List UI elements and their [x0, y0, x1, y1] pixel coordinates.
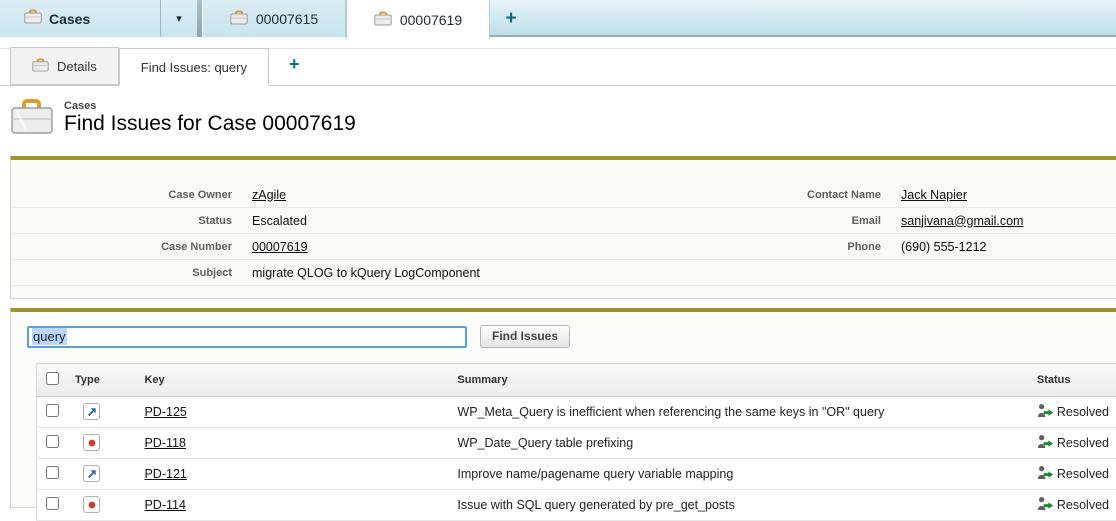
- console-tab-bar: Cases ▾ 00007615 00007619 +: [0, 0, 1116, 37]
- row-checkbox[interactable]: [46, 435, 59, 448]
- cases-tab-dropdown[interactable]: ▾: [160, 0, 197, 37]
- case-icon: [374, 11, 392, 29]
- bug-icon: [83, 496, 100, 513]
- find-issues-button[interactable]: Find Issues: [480, 325, 570, 348]
- field-row: [564, 260, 1116, 286]
- issue-status: Resolved: [1057, 467, 1109, 481]
- case-details-right-column: Contact NameJack NapierEmailsanjivana@gm…: [564, 182, 1116, 286]
- column-header-key[interactable]: Key: [136, 364, 449, 397]
- field-label: Case Owner: [11, 189, 252, 201]
- improvement-icon: [83, 403, 100, 420]
- issue-status: Resolved: [1057, 436, 1109, 450]
- issue-status: Resolved: [1057, 498, 1109, 512]
- case-icon: [24, 9, 42, 29]
- row-checkbox[interactable]: [46, 497, 59, 510]
- console-tab-00007615[interactable]: 00007615: [202, 0, 346, 37]
- issue-summary: Improve name/pagename query variable map…: [449, 459, 1028, 490]
- column-header-summary[interactable]: Summary: [449, 364, 1028, 397]
- issue-summary: Issue with SQL query generated by pre_ge…: [449, 490, 1028, 521]
- table-row: PD-118 WP_Date_Query table prefixing Resol…: [37, 428, 1116, 459]
- field-row: Subjectmigrate QLOG to kQuery LogCompone…: [11, 260, 564, 286]
- table-row: PD-121 Improve name/pagename query variab…: [37, 459, 1116, 490]
- select-all-checkbox[interactable]: [46, 372, 59, 385]
- tab-details-label: Details: [57, 59, 97, 74]
- chevron-down-icon: ▾: [176, 12, 182, 25]
- tab-details[interactable]: Details: [10, 47, 119, 85]
- field-value-link[interactable]: 00007619: [252, 240, 308, 254]
- field-row: Case Number00007619: [11, 234, 564, 260]
- column-header-status[interactable]: Status: [1029, 364, 1116, 397]
- issue-summary: WP_Meta_Query is inefficient when refere…: [449, 397, 1028, 428]
- field-row: StatusEscalated: [11, 208, 564, 234]
- primary-tab-cases: Cases ▾: [0, 0, 197, 37]
- console-tabs: 00007615 00007619: [202, 0, 490, 37]
- tab-find-issues-label: Find Issues: query: [141, 60, 247, 75]
- field-value: migrate QLOG to kQuery LogComponent: [252, 266, 480, 280]
- console-tab-00007619[interactable]: 00007619: [346, 0, 490, 39]
- issue-key-link[interactable]: PD-114: [144, 498, 185, 512]
- console-tab-label: 00007619: [400, 12, 462, 28]
- field-label: Email: [564, 215, 901, 227]
- field-label: Phone: [564, 241, 901, 253]
- bug-icon: [83, 434, 100, 451]
- add-subtab-button[interactable]: +: [283, 47, 306, 85]
- issue-key-link[interactable]: PD-121: [144, 467, 186, 481]
- row-checkbox[interactable]: [46, 404, 59, 417]
- issue-key-link[interactable]: PD-118: [144, 436, 185, 450]
- field-label: Case Number: [11, 241, 252, 253]
- field-row: Contact NameJack Napier: [564, 182, 1116, 208]
- field-label: Status: [11, 215, 252, 227]
- field-row: Phone(690) 555-1212: [564, 234, 1116, 260]
- issue-status: Resolved: [1057, 405, 1109, 419]
- issues-table: Type Key Summary Status PD-125 WP_Meta_Qu…: [36, 363, 1116, 521]
- case-icon: [230, 10, 248, 28]
- console-tab-label: 00007615: [256, 11, 318, 27]
- field-label: Subject: [11, 267, 252, 279]
- page-title: Find Issues for Case 00007619: [64, 112, 356, 136]
- resolved-icon: [1037, 496, 1054, 514]
- case-details-left-column: Case OwnerzAgileStatusEscalatedCase Numb…: [11, 182, 564, 286]
- field-value: Escalated: [252, 214, 307, 228]
- field-row: Emailsanjivana@gmail.com: [564, 208, 1116, 234]
- case-icon: [10, 98, 54, 141]
- column-header-type[interactable]: Type: [67, 364, 136, 397]
- field-row: Case OwnerzAgile: [11, 182, 564, 208]
- find-issues-panel: query Find Issues Type Key Summary Statu…: [10, 308, 1116, 508]
- table-row: PD-125 WP_Meta_Query is inefficient when …: [37, 397, 1116, 428]
- cases-tab-label: Cases: [49, 11, 90, 27]
- case-icon: [32, 58, 49, 75]
- entity-label: Cases: [64, 100, 356, 112]
- resolved-icon: [1037, 403, 1054, 421]
- issues-table-header-row: Type Key Summary Status: [37, 364, 1116, 397]
- resolved-icon: [1037, 465, 1054, 483]
- resolved-icon: [1037, 434, 1054, 452]
- field-label: Contact Name: [564, 189, 901, 201]
- cases-tab[interactable]: Cases: [0, 0, 160, 37]
- issue-summary: WP_Date_Query table prefixing: [449, 428, 1028, 459]
- issue-search-value: query: [32, 328, 67, 345]
- improvement-icon: [83, 465, 100, 482]
- subtab-row: Details Find Issues: query +: [0, 42, 1116, 86]
- table-row: PD-114 Issue with SQL query generated by …: [37, 490, 1116, 521]
- field-value: (690) 555-1212: [901, 240, 986, 254]
- add-console-tab-button[interactable]: +: [490, 0, 532, 37]
- case-details-panel: Case OwnerzAgileStatusEscalatedCase Numb…: [10, 156, 1116, 299]
- field-value-link[interactable]: Jack Napier: [901, 188, 967, 202]
- field-value-link[interactable]: zAgile: [252, 188, 286, 202]
- field-value-link[interactable]: sanjivana@gmail.com: [901, 214, 1023, 228]
- issue-key-link[interactable]: PD-125: [144, 405, 186, 419]
- tab-find-issues[interactable]: Find Issues: query: [119, 48, 269, 86]
- page-header: Cases Find Issues for Case 00007619: [0, 86, 1116, 142]
- row-checkbox[interactable]: [46, 466, 59, 479]
- issue-search-input[interactable]: query: [27, 326, 467, 348]
